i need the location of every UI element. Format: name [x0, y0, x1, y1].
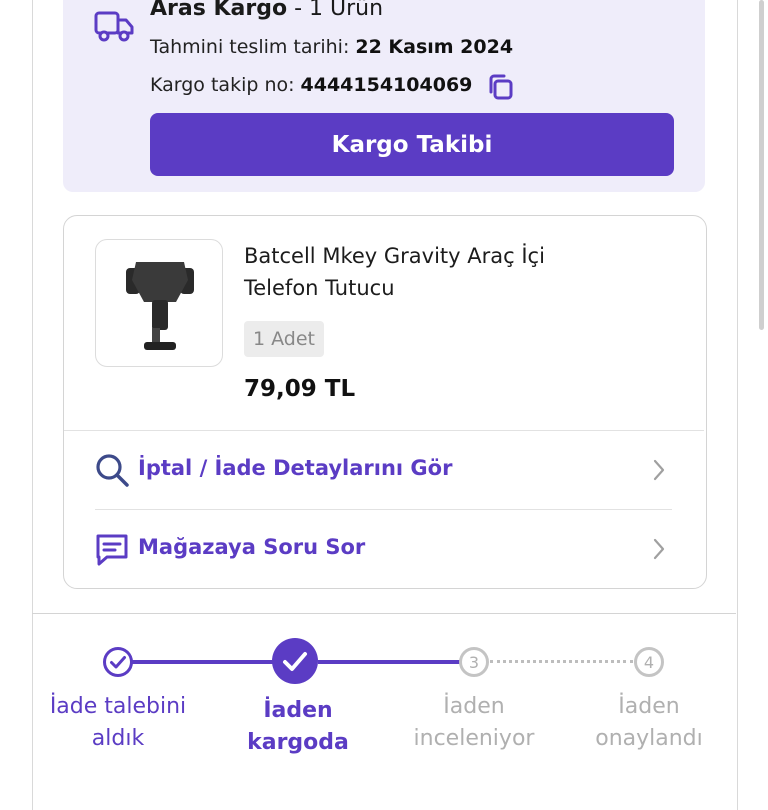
- delivery-date-row: Tahmini teslim tarihi: 22 Kasım 2024: [150, 36, 513, 58]
- copy-icon[interactable]: [487, 73, 515, 101]
- product-price: 79,09 TL: [244, 376, 356, 402]
- step-3-number: 3: [469, 653, 479, 672]
- chevron-right-icon: [653, 538, 665, 560]
- search-icon: [96, 454, 129, 487]
- chevron-right-icon: [653, 459, 665, 481]
- step-3-label: İaden inceleniyor: [413, 694, 535, 751]
- product-image[interactable]: [95, 239, 223, 367]
- delivery-date: 22 Kasım 2024: [355, 36, 514, 58]
- cargo-title: Aras Kargo - 1 Ürün: [150, 0, 383, 21]
- divider: [64, 430, 704, 431]
- step-2-check-icon: [272, 638, 318, 684]
- step-1-label: İade talebini aldık: [49, 694, 187, 751]
- delivery-label: Tahmini teslim tarihi:: [150, 36, 350, 58]
- tracking-label: Kargo takip no:: [150, 74, 295, 96]
- tracking-number: 4444154104069: [300, 74, 473, 96]
- truck-icon: [94, 11, 134, 42]
- cancel-return-details-row[interactable]: İptal / İade Detaylarını Gör: [64, 432, 704, 508]
- product-name[interactable]: Batcell Mkey Gravity Araç İçi Telefon Tu…: [244, 240, 604, 304]
- scrollbar[interactable]: [759, 0, 764, 330]
- cancel-return-details-label: İptal / İade Detaylarını Gör: [138, 456, 453, 480]
- ask-store-row[interactable]: Mağazaya Soru Sor: [64, 511, 704, 587]
- step-1-check-icon: [103, 647, 133, 677]
- divider: [95, 509, 672, 510]
- step-4-label: İaden onaylandı: [595, 694, 703, 751]
- quantity-badge: 1 Adet: [244, 321, 324, 357]
- carrier-name: Aras Kargo: [150, 0, 288, 21]
- progress-line-done: [132, 660, 278, 664]
- step-4-number-icon: 4: [634, 647, 664, 677]
- phone-holder-image: [126, 262, 194, 350]
- tracking-row: Kargo takip no: 4444154104069: [150, 74, 472, 96]
- step-3-number-icon: 3: [459, 647, 489, 677]
- step-4-number: 4: [644, 653, 654, 672]
- cargo-tracking-button[interactable]: Kargo Takibi: [150, 113, 674, 176]
- chat-icon: [96, 534, 128, 566]
- progress-line-pending: [490, 660, 633, 663]
- ask-store-label: Mağazaya Soru Sor: [138, 535, 366, 559]
- progress-line-done: [318, 660, 460, 664]
- step-2-label: İaden kargoda: [247, 698, 349, 755]
- item-count: - 1 Ürün: [287, 0, 384, 21]
